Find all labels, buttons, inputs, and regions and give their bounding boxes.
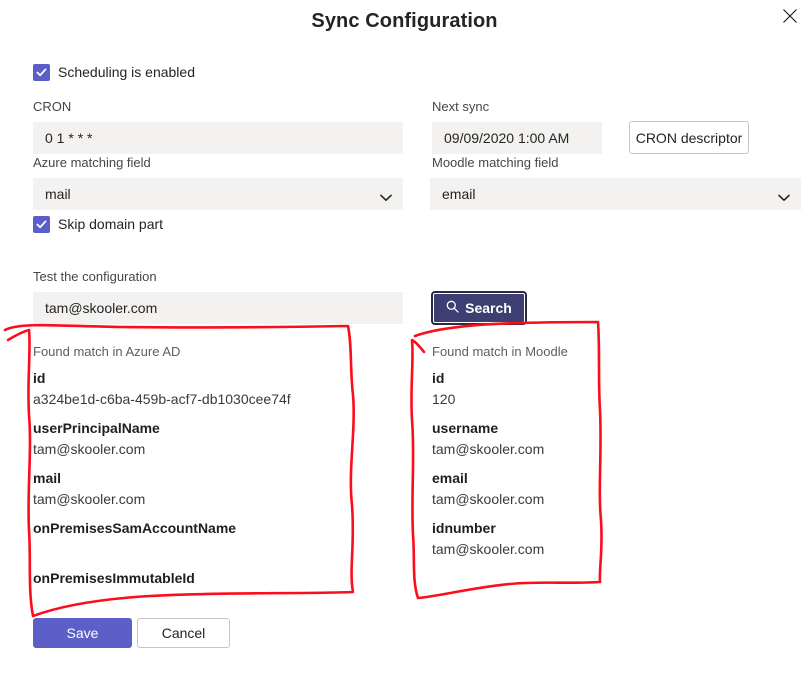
test-configuration-label: Test the configuration xyxy=(33,269,157,284)
search-icon xyxy=(446,300,459,316)
moodle-matching-field-label: Moodle matching field xyxy=(432,155,559,170)
sync-configuration-dialog: Sync Configuration Scheduling is enabled… xyxy=(0,0,809,675)
azure-result-row: userPrincipalName tam@skooler.com xyxy=(33,418,363,460)
search-button[interactable]: Search xyxy=(431,291,527,325)
field-key: id xyxy=(33,370,46,386)
azure-result-row: id a324be1d-c6ba-459b-acf7-db1030cee74f xyxy=(33,368,363,410)
skip-domain-part-checkbox[interactable]: Skip domain part xyxy=(33,216,163,233)
moodle-result-row: email tam@skooler.com xyxy=(432,468,722,510)
cron-label: CRON xyxy=(33,99,72,114)
field-key: id xyxy=(432,370,445,386)
page-title: Sync Configuration xyxy=(311,10,498,32)
field-key: username xyxy=(432,420,499,436)
field-key: idnumber xyxy=(432,520,496,536)
azure-result-row: onPremisesImmutableId xyxy=(33,568,363,610)
moodle-matching-field-select[interactable]: email xyxy=(430,178,801,210)
cron-descriptor-button[interactable]: CRON descriptor xyxy=(629,121,749,154)
azure-result-panel: Found match in Azure AD id a324be1d-c6ba… xyxy=(33,344,363,618)
next-sync-label: Next sync xyxy=(432,99,490,114)
checkbox-box xyxy=(33,216,50,233)
save-button[interactable]: Save xyxy=(33,618,132,648)
field-key: onPremisesImmutableId xyxy=(33,570,195,586)
close-icon xyxy=(782,8,798,24)
moodle-result-row: idnumber tam@skooler.com xyxy=(432,518,722,560)
field-value xyxy=(33,539,363,560)
azure-matching-field-select[interactable]: mail xyxy=(33,178,403,210)
moodle-matching-field-wrap: email xyxy=(430,178,801,210)
azure-matching-field-label: Azure matching field xyxy=(33,155,151,170)
scheduling-enabled-checkbox[interactable]: Scheduling is enabled xyxy=(33,64,195,81)
azure-result-row: mail tam@skooler.com xyxy=(33,468,363,510)
checkbox-box xyxy=(33,64,50,81)
field-key: email xyxy=(432,470,468,486)
cancel-button[interactable]: Cancel xyxy=(137,618,230,648)
cron-input[interactable] xyxy=(33,122,403,154)
moodle-result-row: id 120 xyxy=(432,368,722,410)
azure-matching-field-wrap: mail xyxy=(33,178,403,210)
field-value xyxy=(33,589,363,610)
moodle-result-row: username tam@skooler.com xyxy=(432,418,722,460)
field-key: userPrincipalName xyxy=(33,420,160,436)
field-key: mail xyxy=(33,470,62,486)
field-value: tam@skooler.com xyxy=(432,541,545,557)
field-value: a324be1d-c6ba-459b-acf7-db1030cee74f xyxy=(33,391,291,407)
azure-result-row: onPremisesSamAccountName xyxy=(33,518,363,560)
search-button-label: Search xyxy=(465,300,512,316)
skip-domain-part-label: Skip domain part xyxy=(58,216,164,232)
scheduling-enabled-label: Scheduling is enabled xyxy=(58,64,195,80)
field-value: tam@skooler.com xyxy=(33,441,146,457)
moodle-result-panel: Found match in Moodle id 120 username ta… xyxy=(432,344,722,568)
moodle-result-caption: Found match in Moodle xyxy=(432,344,568,359)
next-sync-input[interactable] xyxy=(432,122,602,154)
close-button[interactable] xyxy=(774,0,806,32)
field-value: 120 xyxy=(432,391,456,407)
field-value: tam@skooler.com xyxy=(432,441,545,457)
field-value: tam@skooler.com xyxy=(432,491,545,507)
field-key: onPremisesSamAccountName xyxy=(33,520,237,536)
test-configuration-input[interactable] xyxy=(33,292,403,324)
azure-result-caption: Found match in Azure AD xyxy=(33,344,181,359)
field-value: tam@skooler.com xyxy=(33,491,146,507)
